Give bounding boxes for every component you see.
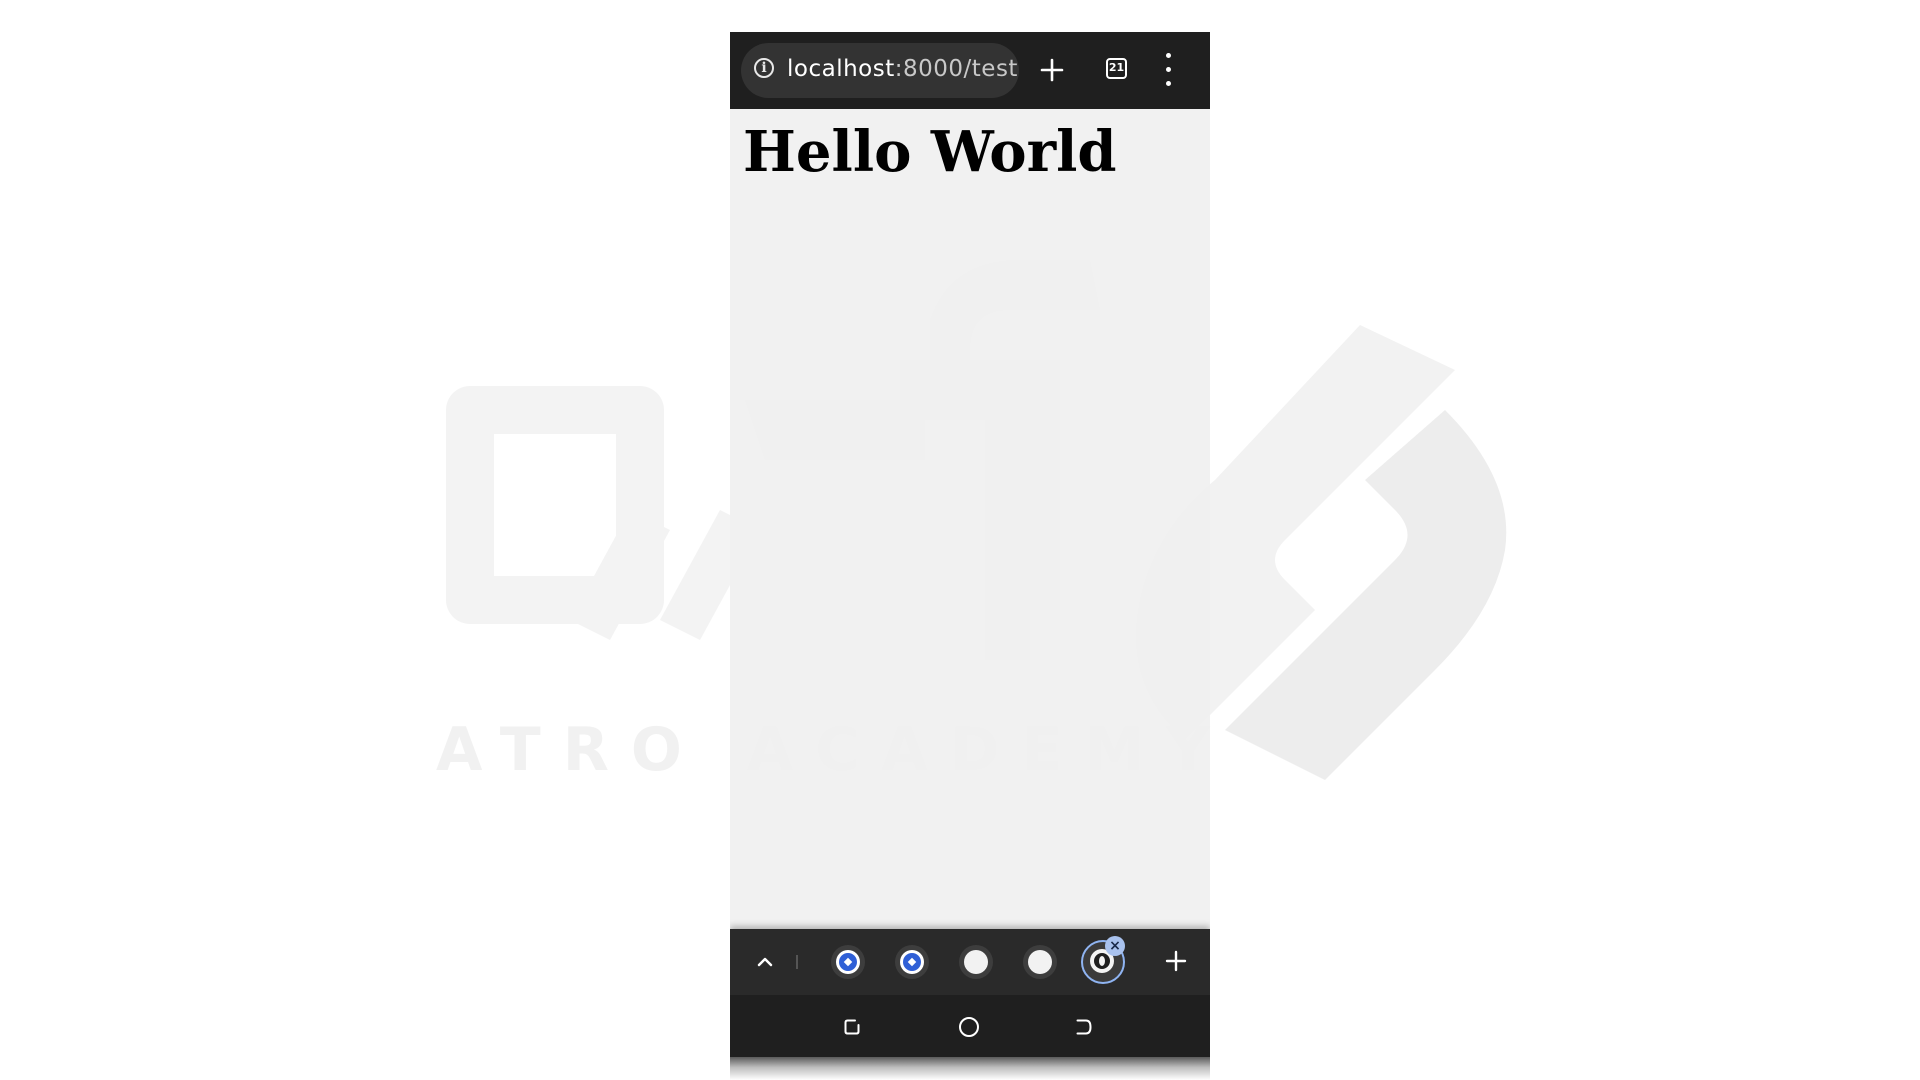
tab-favicon-2[interactable]	[895, 945, 929, 979]
menu-dot	[1166, 81, 1171, 86]
phone-screen: i localhost:8000/test 21 Hello World ×	[730, 32, 1210, 1080]
recent-apps-icon[interactable]	[843, 1018, 861, 1036]
page-heading: Hello World	[743, 119, 1117, 185]
globe-inner	[1094, 953, 1110, 969]
tab-favicon-3[interactable]	[959, 945, 993, 979]
chevron-up-icon-graphic	[757, 957, 773, 967]
blue-diamond-icon	[900, 950, 924, 974]
blank-favicon-icon	[1028, 950, 1052, 974]
menu-dot	[1166, 53, 1171, 58]
back-graphic	[1076, 1019, 1092, 1035]
tab-count: 21	[1108, 61, 1125, 74]
add-tab-button[interactable]	[1156, 941, 1196, 981]
url-path: :8000/test	[894, 56, 1018, 82]
browser-toolbar: i localhost:8000/test 21	[730, 32, 1210, 109]
url-text: localhost:8000/test	[787, 56, 1018, 82]
more-vert-icon[interactable]	[1158, 50, 1178, 90]
back-icon[interactable]	[1075, 1018, 1093, 1036]
tab-favicon-1[interactable]	[831, 945, 865, 979]
address-bar[interactable]: i localhost:8000/test	[741, 43, 1019, 98]
screen: ATRO ACADEMY i localhost:8000/test 21	[0, 0, 1920, 1080]
close-tab-button[interactable]: ×	[1105, 936, 1125, 956]
home-icon[interactable]	[959, 1017, 979, 1037]
plus-icon	[1165, 950, 1187, 972]
chevron-up-icon[interactable]	[750, 947, 780, 977]
plus-icon	[1040, 58, 1064, 82]
screen-reflection	[730, 1057, 1210, 1080]
tab-strip: ×	[730, 929, 1210, 995]
url-host: localhost	[787, 56, 895, 82]
info-icon[interactable]: i	[754, 58, 774, 78]
new-tab-button[interactable]	[1030, 48, 1074, 92]
blank-favicon-icon	[964, 950, 988, 974]
page-content: Hello World	[730, 109, 1210, 961]
tab-strip-divider	[796, 955, 798, 969]
blue-diamond-icon	[836, 950, 860, 974]
menu-dot	[1166, 67, 1171, 72]
tab-switcher-button[interactable]: 21	[1106, 58, 1127, 79]
system-nav-bar	[730, 995, 1210, 1057]
recent-apps-graphic	[844, 1019, 860, 1035]
tab-favicon-4[interactable]	[1023, 945, 1057, 979]
